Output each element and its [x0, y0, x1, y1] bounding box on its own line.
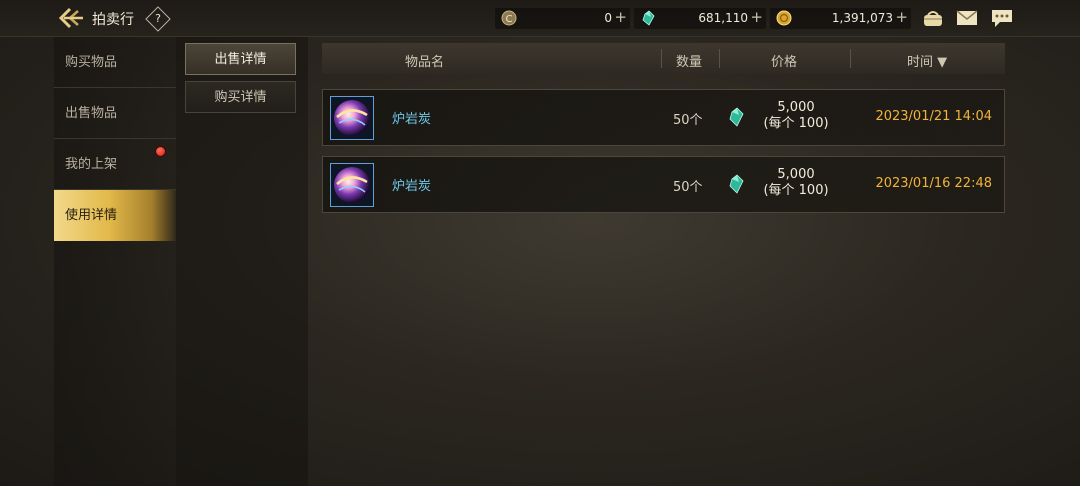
table-row[interactable]: 炉岩炭 50个 5,000 (每个 100) 2023/01/21 14:04 — [322, 89, 1005, 146]
green-gem-value: 681,110 — [698, 11, 748, 25]
sidebar-item-buy-items[interactable]: 购买物品 — [54, 37, 176, 88]
storage-bag-icon[interactable] — [921, 7, 945, 29]
item-quantity: 50个 — [673, 180, 703, 195]
transaction-time: 2023/01/16 22:48 — [875, 176, 992, 191]
lava-coal-item-icon — [330, 163, 374, 207]
help-button[interactable]: ? — [145, 6, 171, 32]
sidebar: 购买物品 出售物品 我的上架 使用详情 — [54, 37, 176, 486]
item-name: 炉岩炭 — [392, 112, 432, 127]
header-time-sort[interactable]: 时间 ▼ — [907, 51, 947, 70]
header-divider — [850, 49, 851, 68]
unit-price: (每个 100) — [763, 183, 829, 198]
header-quantity: 数量 — [676, 55, 703, 70]
svg-text:C: C — [506, 14, 513, 25]
table-row[interactable]: 炉岩炭 50个 5,000 (每个 100) 2023/01/16 22:48 — [322, 156, 1005, 213]
mail-icon[interactable] — [955, 7, 979, 29]
add-gold-coin-button[interactable]: + — [895, 8, 908, 26]
currency-gold-coin: 1,391,073 + — [770, 8, 911, 29]
chat-icon[interactable] — [990, 7, 1014, 29]
header-divider — [661, 49, 662, 68]
coin-c-icon: C — [501, 10, 517, 26]
header-item-name: 物品名 — [405, 55, 445, 70]
currency-green-gem: 681,110 + — [634, 8, 766, 29]
subtab-column: 出售详情 购买详情 — [176, 37, 308, 486]
add-coin-c-button[interactable]: + — [614, 8, 627, 26]
price-block: 5,000 (每个 100) — [751, 167, 841, 199]
coin-c-value: 0 — [604, 11, 612, 25]
gold-coin-value: 1,391,073 — [831, 11, 893, 25]
header-divider — [719, 49, 720, 68]
currency-c-coins: C 0 + — [495, 8, 630, 29]
gold-coin-icon — [776, 10, 792, 26]
price-block: 5,000 (每个 100) — [751, 100, 841, 132]
add-green-gem-button[interactable]: + — [750, 8, 763, 26]
green-gem-icon — [640, 10, 656, 26]
back-arrow-icon[interactable] — [58, 6, 84, 30]
sidebar-item-usage-details[interactable]: 使用详情 — [54, 190, 176, 241]
unit-price: (每个 100) — [763, 116, 829, 131]
notification-dot — [155, 146, 166, 157]
help-icon: ? — [155, 12, 161, 25]
tab-sale-details[interactable]: 出售详情 — [185, 43, 296, 75]
transaction-time: 2023/01/21 14:04 — [875, 109, 992, 124]
green-gem-icon — [727, 107, 745, 127]
tab-purchase-details[interactable]: 购买详情 — [185, 81, 296, 113]
item-name: 炉岩炭 — [392, 179, 432, 194]
table-header: 物品名 数量 价格 时间 ▼ — [322, 43, 1005, 74]
header-price: 价格 — [771, 55, 798, 70]
total-price: 5,000 — [777, 100, 815, 115]
green-gem-icon — [727, 174, 745, 194]
lava-coal-item-icon — [330, 96, 374, 140]
item-quantity: 50个 — [673, 113, 703, 128]
sidebar-item-sell-items[interactable]: 出售物品 — [54, 88, 176, 139]
page-title: 拍卖行 — [92, 12, 134, 28]
total-price: 5,000 — [777, 167, 815, 182]
top-bar: 拍卖行 ? C 0 + 681,110 + 1,391,073 + — [0, 0, 1080, 37]
